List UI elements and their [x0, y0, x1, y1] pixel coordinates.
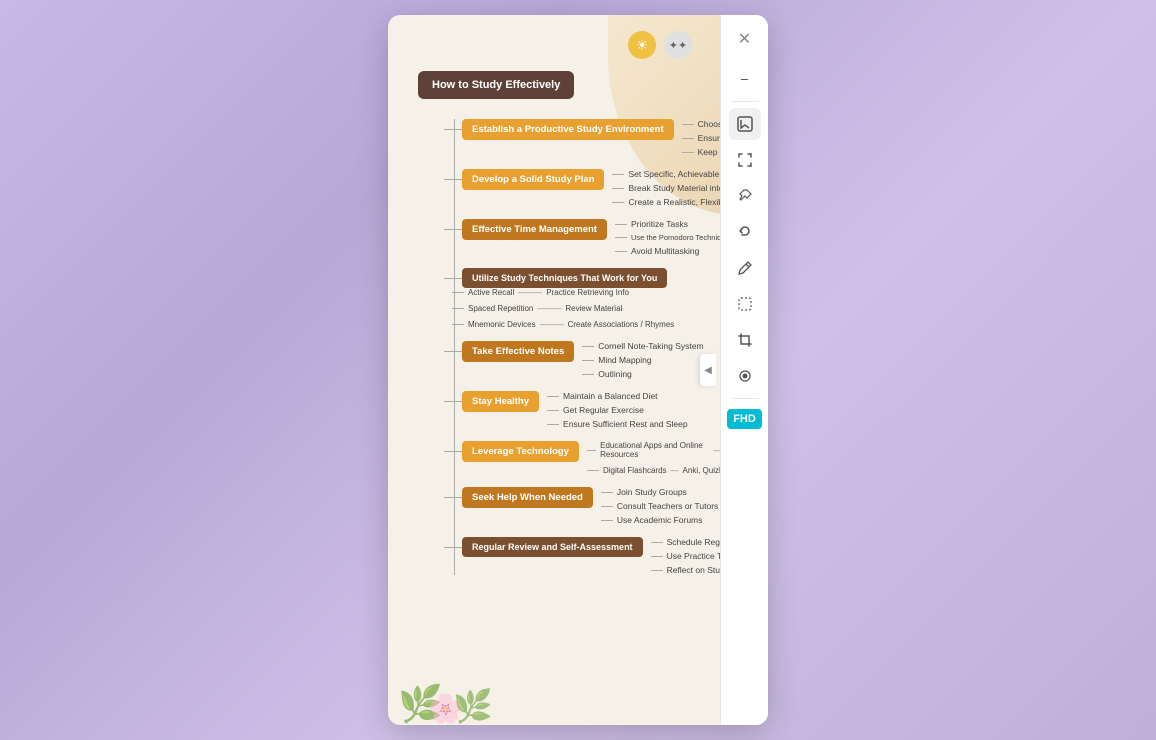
sub-item: Get Regular Exercise — [547, 405, 688, 415]
sub-item: Consult Teachers or Tutors — [601, 501, 718, 511]
sub-items-8: Join Study Groups Consult Teachers or Tu… — [601, 487, 718, 525]
root-node: How to Study Effectively — [418, 71, 574, 99]
toolbar: ✕ − — [720, 15, 768, 725]
sub-items-5: Cornell Note-Taking System Mind Mapping … — [582, 341, 703, 379]
sun-icon-btn[interactable]: ☀ — [628, 31, 656, 59]
pen-button[interactable] — [729, 252, 761, 284]
branch-node-9: Regular Review and Self-Assessment — [462, 537, 643, 557]
pin-button[interactable] — [729, 180, 761, 212]
expand-icon-btn[interactable]: ✦✦ — [664, 31, 692, 59]
branch-8: Seek Help When Needed Join Study Groups … — [444, 487, 752, 525]
sub-item: Join Study Groups — [601, 487, 718, 497]
sub-items-4: Active Recall ——— Practice Retrieving In… — [452, 288, 674, 329]
sub-item: Maintain a Balanced Diet — [547, 391, 688, 401]
fullscreen-button[interactable] — [729, 144, 761, 176]
branch-6: Stay Healthy Maintain a Balanced Diet Ge… — [444, 391, 752, 429]
sub-items-6: Maintain a Balanced Diet Get Regular Exe… — [547, 391, 688, 429]
sub-item: Ensure Sufficient Rest and Sleep — [547, 419, 688, 429]
sub-item: Use Academic Forums — [601, 515, 718, 525]
branch-node-6: Stay Healthy — [462, 391, 539, 412]
main-window: ☀ ✦✦ How to Study Effectively Establish … — [388, 15, 768, 725]
branch-node-4: Utilize Study Techniques That Work for Y… — [462, 268, 667, 288]
fhd-badge: FHD — [727, 409, 762, 429]
border-button[interactable] — [729, 288, 761, 320]
plant-decoration-right: 🌿 — [453, 687, 493, 725]
minimize-button[interactable]: − — [729, 63, 761, 95]
sub-item: Outlining — [582, 369, 703, 379]
branch-node-1: Establish a Productive Study Environment — [462, 119, 674, 140]
undo-button[interactable] — [729, 216, 761, 248]
sub-item: Mind Mapping — [582, 355, 703, 365]
crop-button[interactable] — [729, 324, 761, 356]
sub-item: Cornell Note-Taking System — [582, 341, 703, 351]
branch-node-2: Develop a Solid Study Plan — [462, 169, 604, 190]
branch-node-5: Take Effective Notes — [462, 341, 574, 362]
branch-1: Establish a Productive Study Environment… — [444, 119, 752, 157]
top-icons: ☀ ✦✦ — [408, 31, 752, 59]
divider-2 — [731, 398, 759, 399]
branch-2: Develop a Solid Study Plan Set Specific,… — [444, 169, 752, 207]
select-tool-button[interactable] — [729, 108, 761, 140]
scroll-arrow[interactable]: ◀ — [700, 354, 716, 386]
record-button[interactable] — [729, 360, 761, 392]
branch-4: Utilize Study Techniques That Work for Y… — [444, 268, 752, 329]
branch-7: Leverage Technology Educational Apps and… — [444, 441, 752, 475]
branch-9: Regular Review and Self-Assessment Sched… — [444, 537, 752, 575]
divider-1 — [731, 101, 759, 102]
branch-node-7: Leverage Technology — [462, 441, 579, 462]
close-button[interactable]: ✕ — [729, 23, 761, 55]
branch-node-3: Effective Time Management — [462, 219, 607, 240]
branch-3: Effective Time Management Prioritize Tas… — [444, 219, 752, 256]
branch-node-8: Seek Help When Needed — [462, 487, 593, 508]
